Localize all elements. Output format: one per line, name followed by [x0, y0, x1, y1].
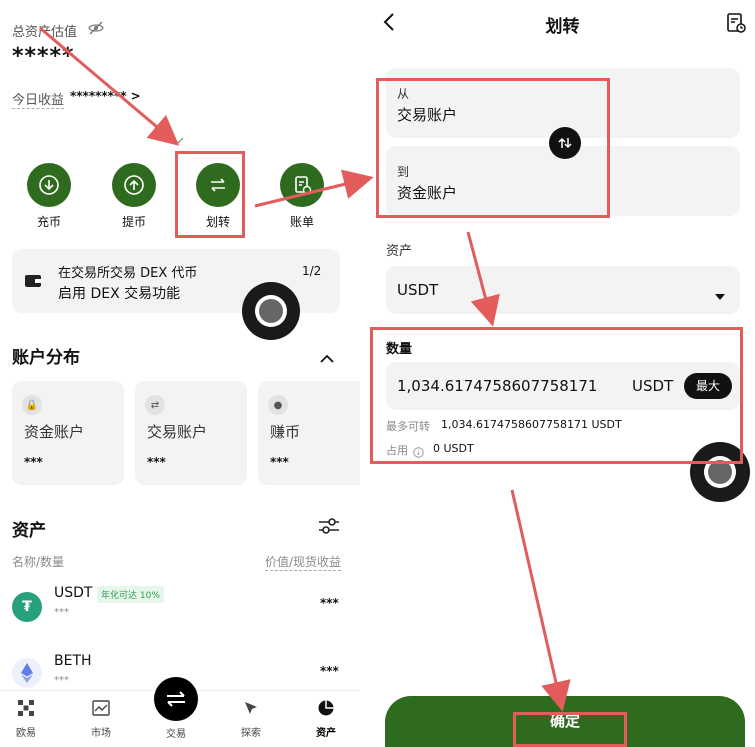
arrow-to-confirm: [510, 489, 571, 712]
arrow-to-transfer: [39, 26, 180, 146]
annotation-arrows: [39, 26, 571, 712]
arrow-to-transfer-screen: [254, 169, 374, 208]
arrow-to-amount: [466, 231, 500, 327]
